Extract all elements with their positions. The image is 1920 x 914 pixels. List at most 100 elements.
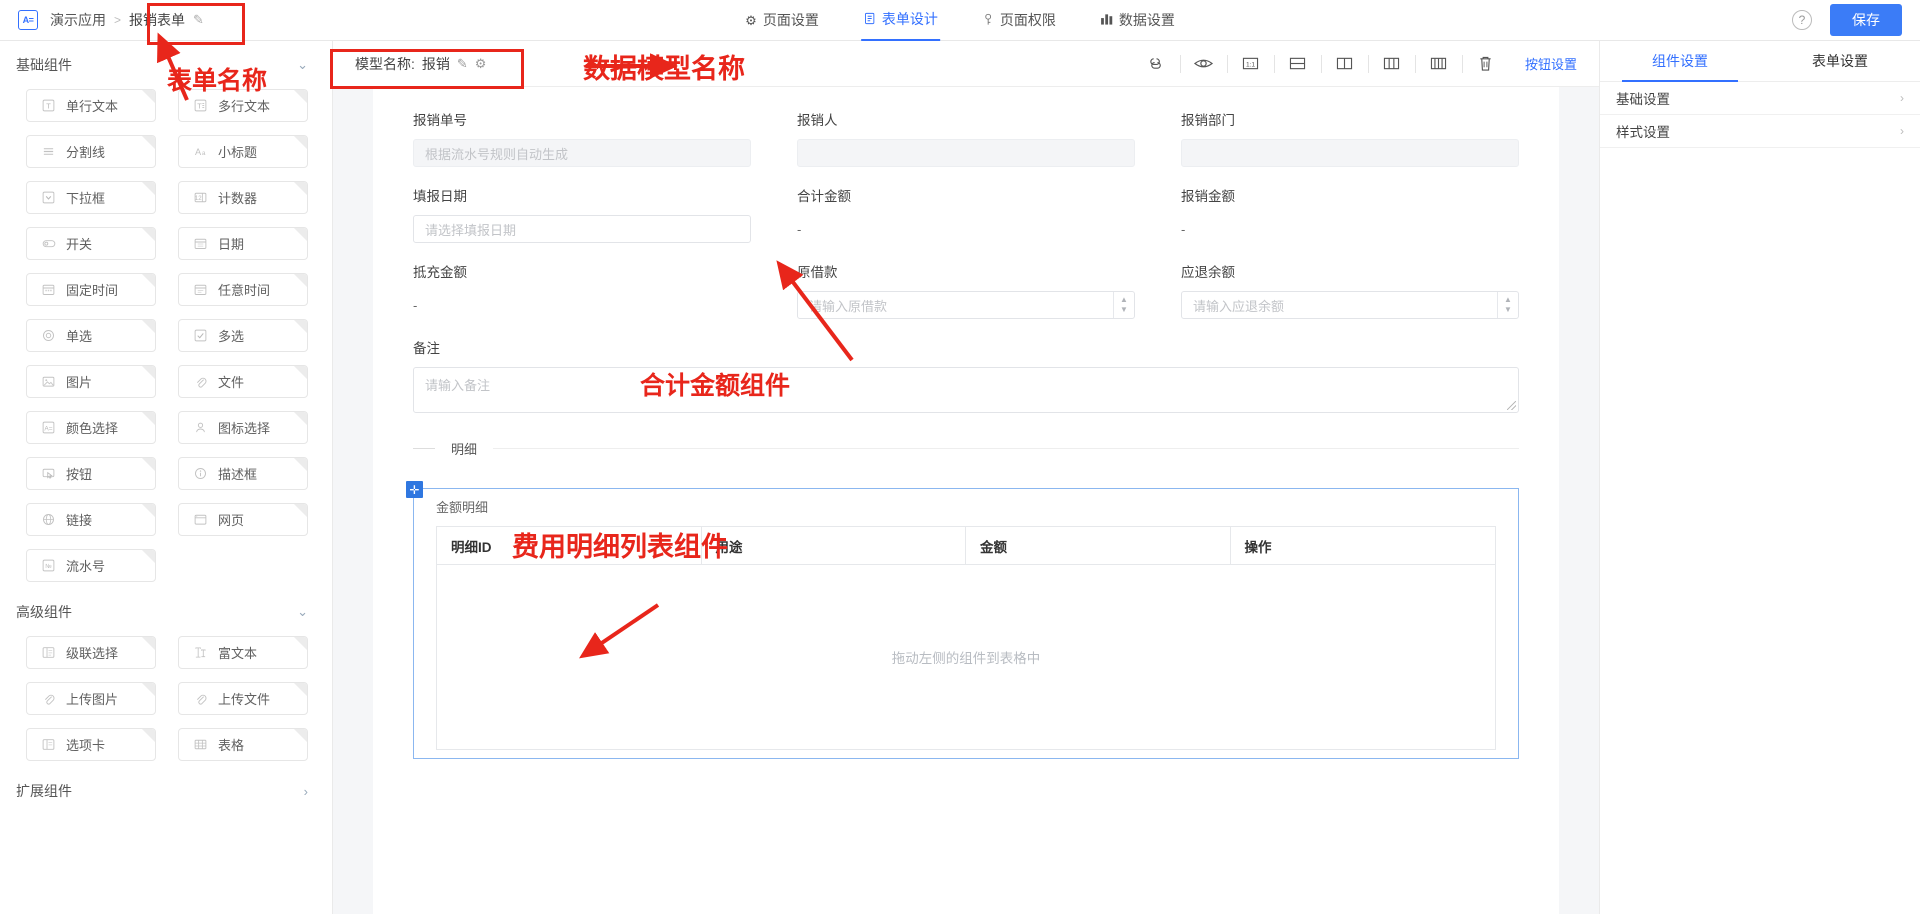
chevron-right-icon[interactable]: › [304, 784, 308, 799]
refund-balance-stepper[interactable]: 请输入应退余额 ▲ ▼ [1181, 291, 1519, 319]
breadcrumb-edit-icon[interactable]: ✎ [193, 12, 204, 28]
chevron-down-icon[interactable]: ⌄ [297, 604, 308, 620]
component-color-picker[interactable]: A= 颜色选择 [26, 411, 156, 444]
component-rich-text[interactable]: 富文本 [178, 636, 308, 669]
delete-trash-icon[interactable] [1463, 49, 1509, 79]
component-switch[interactable]: 开关 [26, 227, 156, 260]
component-table[interactable]: 表格 [178, 728, 308, 761]
subtitle-icon: Aa [193, 144, 208, 159]
field-label: 应退余额 [1181, 265, 1235, 280]
model-settings-gear-icon[interactable]: ⚙ [475, 56, 487, 72]
save-button[interactable]: 保存 [1830, 4, 1902, 36]
app-logo-icon: A= [18, 10, 38, 30]
original-loan-stepper[interactable]: 请输入原借款 ▲ ▼ [797, 291, 1135, 319]
stepper-arrows-icon[interactable]: ▲ ▼ [1497, 292, 1518, 318]
component-divider[interactable]: 分割线 [26, 135, 156, 168]
tab-form-design[interactable]: 表单设计 [860, 0, 940, 41]
tab-form-settings[interactable]: 表单设置 [1760, 41, 1920, 81]
component-description[interactable]: 描述框 [178, 457, 308, 490]
component-counter[interactable]: 12 计数器 [178, 181, 308, 214]
component-label: 任意时间 [218, 283, 271, 298]
component-file[interactable]: 文件 [178, 365, 308, 398]
component-radio[interactable]: 单选 [26, 319, 156, 352]
fill-date-input[interactable]: 请选择填报日期 [413, 215, 751, 243]
component-serial-number[interactable]: № 流水号 [26, 549, 156, 582]
component-label: 固定时间 [66, 283, 119, 298]
component-upload-file[interactable]: 上传文件 [178, 682, 308, 715]
component-checkbox[interactable]: 多选 [178, 319, 308, 352]
tab-data-settings[interactable]: 数据设置 [1098, 0, 1177, 41]
component-dropdown[interactable]: 下拉框 [26, 181, 156, 214]
component-icon-picker[interactable]: 图标选择 [178, 411, 308, 444]
two-column-icon[interactable] [1322, 49, 1368, 79]
detail-table-component[interactable]: ✛ 金额明细 明细ID 用途 金额 操作 拖动左侧的组件到表格中 [406, 481, 1519, 759]
component-link[interactable]: 链接 [26, 503, 156, 536]
component-single-line-text[interactable]: T 单行文本 [26, 89, 156, 122]
four-column-icon[interactable] [1416, 49, 1462, 79]
group-header-extension[interactable]: 扩展组件 › [0, 767, 332, 811]
stepper-arrows-icon[interactable]: ▲ ▼ [1113, 292, 1134, 318]
fixed-time-icon [41, 282, 56, 297]
applicant-input[interactable] [797, 139, 1135, 167]
document-icon [863, 12, 876, 27]
tab-component-settings[interactable]: 组件设置 [1600, 41, 1760, 82]
field-total-amount[interactable]: 合计金额 - [797, 171, 1135, 247]
group-header-advanced[interactable]: 高级组件 ⌄ [0, 588, 332, 632]
component-fixed-time[interactable]: 固定时间 [26, 273, 156, 306]
properties-panel: 组件设置 表单设置 基础设置 › 样式设置 › [1599, 41, 1920, 914]
tab-page-permission[interactable]: 页面权限 [980, 0, 1058, 41]
field-original-loan[interactable]: 原借款 请输入原借款 ▲ ▼ [797, 247, 1135, 323]
component-label: 单行文本 [66, 99, 119, 114]
field-department[interactable]: 报销部门 [1181, 95, 1519, 171]
component-any-time[interactable]: 任意时间 [178, 273, 308, 306]
component-subtitle[interactable]: Aa 小标题 [178, 135, 308, 168]
one-column-icon[interactable]: 1:1 [1228, 49, 1274, 79]
field-remark[interactable]: 备注 请输入备注 [413, 323, 1519, 417]
breadcrumb-current[interactable]: 报销表单 [129, 10, 185, 30]
component-multi-line-text[interactable]: T 多行文本 [178, 89, 308, 122]
field-offset-amount[interactable]: 抵充金额 - [413, 247, 751, 323]
field-fill-date[interactable]: 填报日期 请选择填报日期 [413, 171, 751, 247]
field-refund-balance[interactable]: 应退余额 请输入应退余额 ▲ ▼ [1181, 247, 1519, 323]
detail-table-empty-dropzone[interactable]: 拖动左侧的组件到表格中 [436, 565, 1496, 750]
tab-page-settings[interactable]: ⚙ 页面设置 [743, 0, 821, 41]
breadcrumb-app[interactable]: 演示应用 [50, 10, 106, 30]
component-date[interactable]: 日期 [178, 227, 308, 260]
chevron-down-icon[interactable]: ⌄ [297, 57, 308, 73]
component-label: 上传文件 [218, 692, 271, 707]
button-settings-link[interactable]: 按钮设置 [1525, 54, 1577, 73]
field-reimburse-amount[interactable]: 报销金额 - [1181, 171, 1519, 247]
model-edit-icon[interactable]: ✎ [457, 56, 468, 72]
top-bar-actions: ? 保存 [1792, 4, 1902, 36]
date-icon [193, 236, 208, 251]
column-header-amount: 金额 [966, 527, 1231, 564]
department-input[interactable] [1181, 139, 1519, 167]
component-button[interactable]: 按钮 [26, 457, 156, 490]
multi-line-text-icon: T [193, 98, 208, 113]
icon-picker-icon [193, 420, 208, 435]
two-row-icon[interactable] [1275, 49, 1321, 79]
panel-row-basic-settings[interactable]: 基础设置 › [1600, 82, 1920, 115]
component-cascader[interactable]: 级联选择 [26, 636, 156, 669]
field-label: 报销金额 [1181, 189, 1235, 204]
three-column-icon[interactable] [1369, 49, 1415, 79]
remark-textarea[interactable]: 请输入备注 [413, 367, 1519, 413]
detail-table: 明细ID 用途 金额 操作 [436, 526, 1496, 565]
group-header-basic[interactable]: 基础组件 ⌄ [0, 41, 332, 85]
drag-handle-icon[interactable]: ✛ [406, 481, 423, 498]
preview-eye-icon[interactable] [1181, 49, 1227, 79]
component-image[interactable]: 图片 [26, 365, 156, 398]
panel-row-style-settings[interactable]: 样式设置 › [1600, 115, 1920, 148]
field-expense-number[interactable]: 报销单号 根据流水号规则自动生成 [413, 95, 751, 171]
tab-data-settings-label: 数据设置 [1118, 12, 1175, 28]
component-tabs[interactable]: 选项卡 [26, 728, 156, 761]
properties-tabs: 组件设置 表单设置 [1600, 41, 1920, 82]
expense-number-input[interactable]: 根据流水号规则自动生成 [413, 139, 751, 167]
component-sidebar: 基础组件 ⌄ T 单行文本 T 多行文本 分割线 Aa 小标题 下拉框 12 计数器 开… [0, 41, 333, 914]
section-divider-detail[interactable]: 明细 [373, 417, 1559, 458]
field-applicant[interactable]: 报销人 [797, 95, 1135, 171]
link-component-icon[interactable] [1134, 49, 1180, 79]
component-upload-image[interactable]: 上传图片 [26, 682, 156, 715]
component-webpage[interactable]: 网页 [178, 503, 308, 536]
help-icon[interactable]: ? [1792, 10, 1812, 30]
